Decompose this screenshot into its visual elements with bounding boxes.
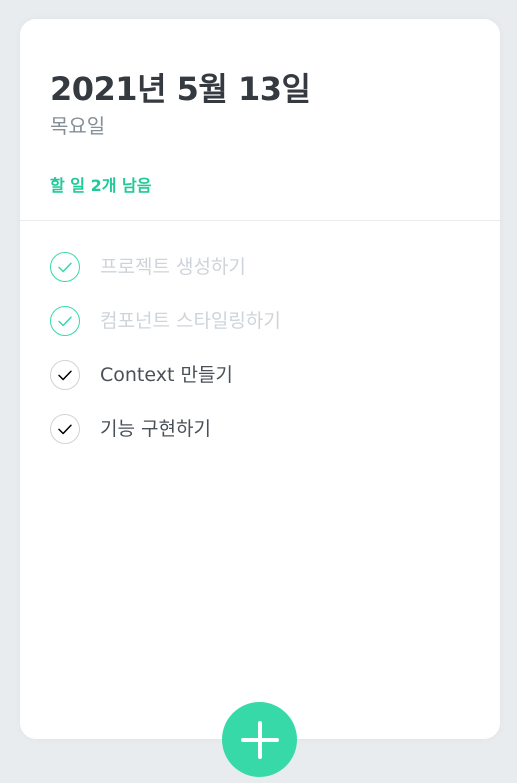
date-heading: 2021년 5월 13일 [50,70,311,108]
todo-template: 2021년 5월 13일 목요일 할 일 2개 남음 프로젝트 생성하기 컴포넌… [20,19,500,739]
todo-list: 프로젝트 생성하기 컴포넌트 스타일링하기 Context 만들기 기능 구현하… [20,221,500,445]
todo-checkbox[interactable] [50,360,80,390]
check-icon [58,424,72,435]
todo-checkbox[interactable] [50,252,80,282]
check-icon [58,316,72,327]
todo-text: 기능 구현하기 [100,418,211,440]
tasks-left-count: 할 일 2개 남음 [50,176,152,195]
todo-text: 프로젝트 생성하기 [100,256,246,278]
day-of-week: 목요일 [50,114,106,138]
add-todo-button[interactable] [222,702,297,777]
todo-item: 기능 구현하기 [50,413,470,445]
todo-text: Context 만들기 [100,364,233,386]
check-icon [58,262,72,273]
todo-head: 2021년 5월 13일 목요일 할 일 2개 남음 [20,19,500,221]
todo-checkbox[interactable] [50,414,80,444]
todo-checkbox[interactable] [50,306,80,336]
check-icon [58,370,72,381]
todo-item: 컴포넌트 스타일링하기 [50,305,470,337]
todo-text: 컴포넌트 스타일링하기 [100,310,281,332]
todo-item: 프로젝트 생성하기 [50,251,470,283]
plus-icon [240,720,279,759]
todo-item: Context 만들기 [50,359,470,391]
